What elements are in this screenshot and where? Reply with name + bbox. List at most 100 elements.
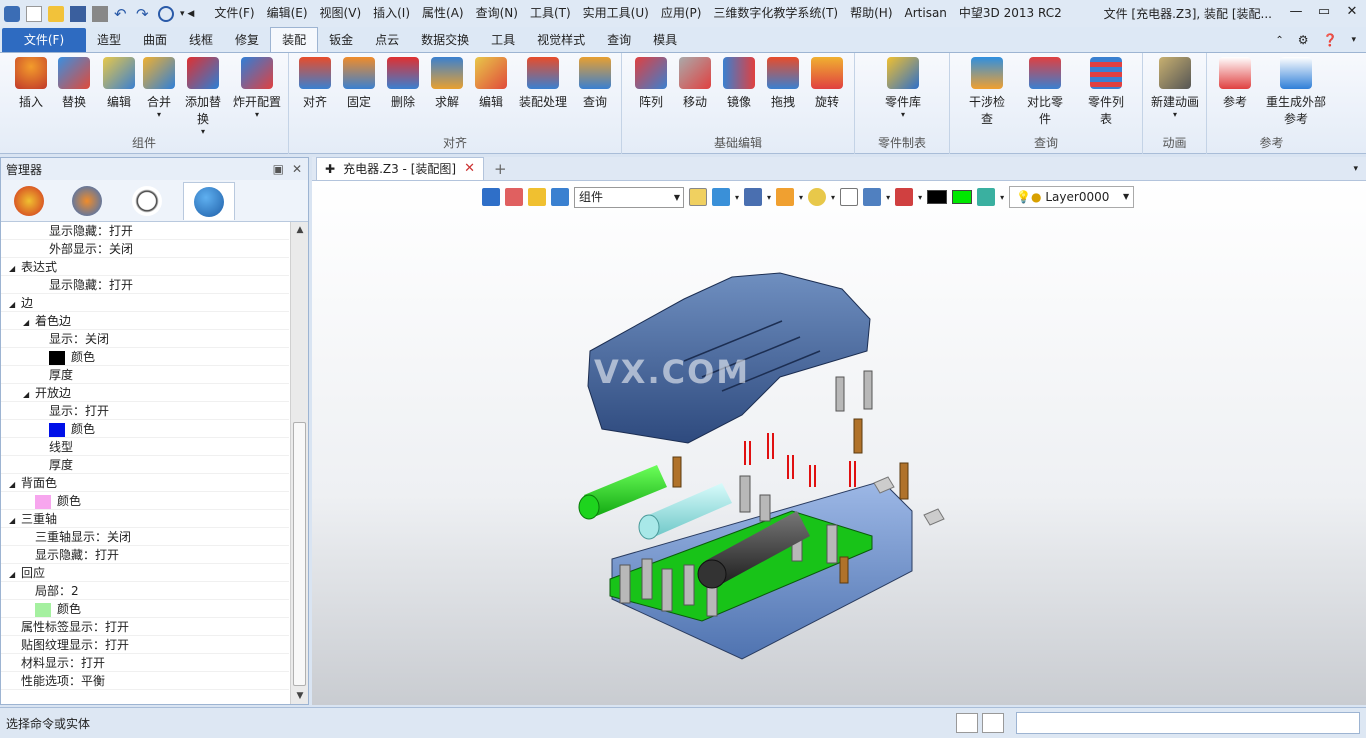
replace-button[interactable]: 替换 (52, 57, 96, 110)
rotate-button[interactable]: 旋转 (805, 57, 849, 110)
menu-apps[interactable]: 应用(P) (655, 0, 708, 27)
tree-row[interactable]: 颜色 (1, 420, 289, 438)
menu-edit[interactable]: 编辑(E) (261, 0, 314, 27)
tree-row[interactable]: ◢ 开放边 (1, 384, 289, 402)
maximize-icon[interactable]: ▭ (1310, 0, 1338, 27)
fix-button[interactable]: 固定 (337, 57, 381, 110)
merge-button[interactable]: 合并 ▾ (137, 57, 181, 120)
tab-wireframe[interactable]: 线框 (178, 28, 224, 52)
redo-icon[interactable]: ↷ (136, 6, 152, 22)
3d-viewport[interactable]: 组件 ▼ ▾ ▾ ▾ ▾ ▾ ▾ ▾ 💡● Layer0000 ▼ VX.COM (312, 181, 1366, 705)
display-tab[interactable] (183, 182, 235, 220)
tree-row[interactable]: ◢ 三重轴 (1, 510, 289, 528)
customize-dropdown-icon[interactable]: ▾ ◀ (180, 9, 194, 19)
assembly-tab[interactable] (61, 182, 113, 220)
tree-row[interactable]: 颜色 (1, 348, 289, 366)
interference-check-button[interactable]: 干涉检查 (965, 57, 1009, 127)
charger-assembly-model[interactable] (312, 181, 1366, 705)
tab-modeling[interactable]: 造型 (86, 28, 132, 52)
tree-row[interactable]: 性能选项：平衡 (1, 672, 289, 690)
select-tool-icon[interactable] (158, 5, 174, 22)
tree-row[interactable]: ◢ 表达式 (1, 258, 289, 276)
tab-mold[interactable]: 模具 (642, 28, 688, 52)
tree-row[interactable]: 厚度 (1, 456, 289, 474)
tree-row[interactable]: 局部：2 (1, 582, 289, 600)
color-swatch[interactable] (35, 494, 51, 509)
new-animation-button[interactable]: 新建动画 ▾ (1149, 57, 1201, 120)
menu-query[interactable]: 查询(N) (470, 0, 524, 27)
menu-file[interactable]: 文件(F) (208, 0, 260, 27)
scroll-up-icon[interactable]: ▲ (291, 222, 309, 238)
pin-icon[interactable]: ▣ (273, 162, 284, 176)
tree-row[interactable]: ◢ 着色边 (1, 312, 289, 330)
pattern-button[interactable]: 阵列 (629, 57, 673, 110)
insert-button[interactable]: 插入 (9, 57, 53, 110)
command-input[interactable] (1016, 712, 1360, 734)
delete-constraint-button[interactable]: 删除 (381, 57, 425, 110)
tree-row[interactable]: 外部显示：关闭 (1, 240, 289, 258)
edit-constraint-button[interactable]: 编辑 (469, 57, 513, 110)
menu-utilities[interactable]: 实用工具(U) (577, 0, 655, 27)
part-library-button[interactable]: 零件库 ▾ (881, 57, 925, 120)
tree-row[interactable]: 显示：关闭 (1, 330, 289, 348)
drag-button[interactable]: 拖拽 (761, 57, 805, 110)
assembly-process-button[interactable]: 装配处理 (515, 57, 571, 110)
document-tab[interactable]: ✚ 充电器.Z3 - [装配图] ✕ (316, 157, 484, 180)
tree-row[interactable]: ◢ 背面色 (1, 474, 289, 492)
add-replace-button[interactable]: 添加替换 ▾ (181, 57, 225, 137)
tree-row[interactable]: 颜色 (1, 600, 289, 618)
tree-row[interactable]: 颜色 (1, 492, 289, 510)
color-swatch[interactable] (35, 602, 51, 617)
app-logo-icon[interactable] (4, 5, 20, 22)
scroll-thumb[interactable] (293, 422, 306, 686)
view-tab[interactable] (121, 182, 173, 220)
menu-tools[interactable]: 工具(T) (524, 0, 577, 27)
tab-visual-style[interactable]: 视觉样式 (526, 28, 596, 52)
help-icon[interactable]: ❓ (1323, 33, 1338, 47)
tab-pointcloud[interactable]: 点云 (364, 28, 410, 52)
close-icon[interactable]: ✕ (1338, 0, 1366, 27)
ribbon-menu-icon[interactable]: ▾ (1351, 35, 1356, 45)
tree-row[interactable]: 显示隐藏：打开 (1, 276, 289, 294)
new-file-icon[interactable] (26, 5, 42, 22)
tree-row[interactable]: ◢ 回应 (1, 564, 289, 582)
menu-teaching-system[interactable]: 三维数字化教学系统(T) (707, 0, 844, 27)
edit-component-button[interactable]: 编辑 (97, 57, 141, 110)
collapse-ribbon-icon[interactable]: ⌃ (1275, 35, 1283, 46)
print-icon[interactable] (92, 5, 108, 22)
tree-row[interactable]: 属性标签显示：打开 (1, 618, 289, 636)
reference-button[interactable]: 参考 (1213, 57, 1257, 110)
regenerate-external-ref-button[interactable]: 重生成外部参考 (1261, 57, 1331, 127)
move-button[interactable]: 移动 (673, 57, 717, 110)
tab-repair[interactable]: 修复 (224, 28, 270, 52)
query-constraint-button[interactable]: 查询 (573, 57, 617, 110)
open-folder-icon[interactable] (48, 5, 64, 22)
tab-sheetmetal[interactable]: 钣金 (318, 28, 364, 52)
history-tab[interactable] (3, 182, 55, 220)
tree-row[interactable]: 材料显示：打开 (1, 654, 289, 672)
tab-close-icon[interactable]: ✕ (464, 158, 475, 180)
save-icon[interactable] (70, 5, 86, 22)
parts-list-button[interactable]: 零件列表 (1084, 57, 1128, 127)
menu-view[interactable]: 视图(V) (314, 0, 368, 27)
tab-surface[interactable]: 曲面 (132, 28, 178, 52)
tree-row[interactable]: 贴图纹理显示：打开 (1, 636, 289, 654)
solve-button[interactable]: 求解 (425, 57, 469, 110)
tree-row[interactable]: 显示隐藏：打开 (1, 222, 289, 240)
menu-help[interactable]: 帮助(H) (844, 0, 898, 27)
explode-config-button[interactable]: 炸开配置 ▾ (233, 57, 281, 120)
color-swatch[interactable] (49, 422, 65, 437)
tab-list-icon[interactable]: ▾ (1353, 158, 1358, 180)
mirror-button[interactable]: 镜像 (717, 57, 761, 110)
text-mode-icon[interactable] (956, 713, 978, 733)
tree-row[interactable]: 厚度 (1, 366, 289, 384)
color-swatch[interactable] (49, 350, 65, 365)
settings-icon[interactable]: ⚙ (1298, 33, 1309, 47)
list-mode-icon[interactable] (982, 713, 1004, 733)
tree-row[interactable]: 显示：打开 (1, 402, 289, 420)
align-button[interactable]: 对齐 (293, 57, 337, 110)
tab-file[interactable]: 文件(F) (2, 28, 86, 52)
scroll-down-icon[interactable]: ▼ (291, 688, 309, 704)
tab-query[interactable]: 查询 (596, 28, 642, 52)
tree-row[interactable]: 显示隐藏：打开 (1, 546, 289, 564)
